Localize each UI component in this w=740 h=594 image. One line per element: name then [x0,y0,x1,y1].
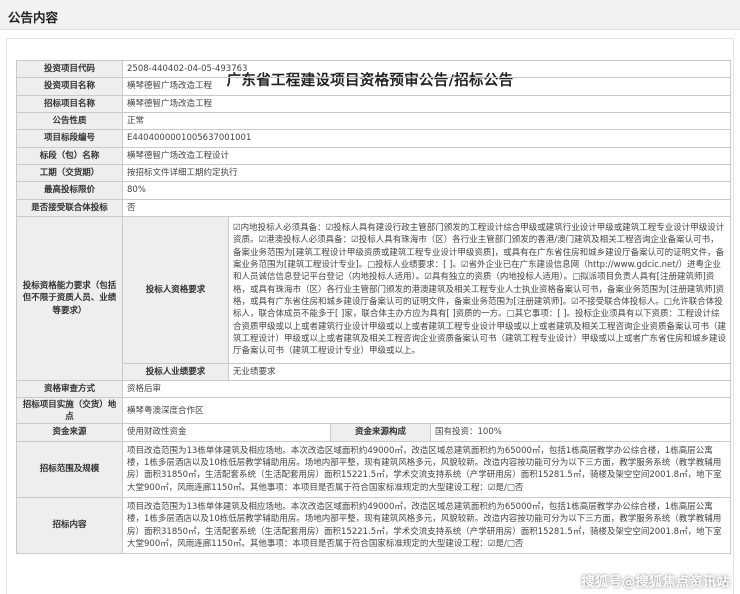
investment-code-value: 2508-440402-04-05-493763 [122,59,731,79]
table-row: 标段（包）名称 横琴德智广场改造工程设计 [16,146,731,165]
bidder-requirement-text: ☑内地投标人必须具备：☑投标人具有建设行政主管部门颁发的工程设计综合甲级或建筑行… [228,215,731,364]
notice-table: 投资项目代码 2508-440402-04-05-493763 投资项目名称 横… [16,59,731,555]
table-row: 最高投标限价 80% [16,181,731,200]
table-row: 投标人业绩要求 无业绩要求 [17,362,731,382]
investment-name-label: 投资项目名称 [16,77,123,96]
table-row: 招标内容 项目改造范围为13栋单体建筑及相应场地。本次改造区域面积约49000㎡… [16,496,731,555]
table-row: 工期（交货期） 按招标文件详细工期约定执行 [16,163,731,183]
section-code-value: E4404000001005637001001 [122,129,731,148]
consortium-value: 否 [122,198,731,217]
duration-label: 工期（交货期） [16,163,123,183]
performance-requirement-label: 投标人业绩要求 [122,362,229,382]
consortium-label: 是否接受联合体投标 [16,198,123,217]
table-row: 资金来源 使用财政性资金 资金来源构成 国有投资：100% [16,423,731,442]
content-label: 招标内容 [16,496,123,555]
location-label: 招标项目实施（交货）地点 [16,397,123,425]
location-value: 横琴粤澳深度合作区 [122,397,731,425]
table-row: 招标范围及规模 项目改造范围为13栋单体建筑及相应场地。本次改造区域面积约490… [16,440,731,499]
table-row: 资格审查方式 资格后审 [16,380,731,399]
investment-code-label: 投资项目代码 [16,59,123,79]
content-text: 项目改造范围为13栋单体建筑及相应场地。本次改造区域面积约49000㎡，改造区域… [122,496,731,555]
table-row: 投资项目名称 横琴德智广场改造工程 [16,77,731,96]
table-row: 招标项目名称 横琴德智广场改造工程 [16,94,731,113]
max-price-value: 80% [122,181,731,200]
section-code-label: 项目标段编号 [16,129,123,148]
notice-nature-label: 公告性质 [16,111,123,131]
fund-source-label: 资金来源 [16,423,123,442]
table-row: 招标项目实施（交货）地点 横琴粤澳深度合作区 [16,397,731,425]
tender-project-label: 招标项目名称 [16,94,123,113]
table-row: 公告性质 正常 [16,111,731,131]
bidder-requirement-label: 投标人资格要求 [122,215,229,364]
table-row: 项目标段编号 E4404000001005637001001 [16,129,731,148]
source-watermark: 搜狐号@搜狐焦点资讯站 [581,575,730,590]
section-name-value: 横琴德智广场改造工程设计 [122,146,731,165]
table-row: 投资项目代码 2508-440402-04-05-493763 [16,59,731,79]
fund-composition-label: 资金来源构成 [330,423,431,442]
performance-requirement-value: 无业绩要求 [228,362,731,382]
table-row: 投标资格能力要求（包括但不限于资质人员、业绩等要求） 投标人资格要求 ☑内地投标… [16,215,731,382]
qualification-label: 投标资格能力要求（包括但不限于资质人员、业绩等要求） [16,215,123,382]
table-row: 是否接受联合体投标 否 [16,198,731,217]
section-header: 公告内容 [0,0,740,30]
scope-label: 招标范围及规模 [16,440,123,499]
tender-project-value: 横琴德智广场改造工程 [122,94,731,113]
review-method-value: 资格后审 [122,380,731,399]
duration-value: 按招标文件详细工期约定执行 [122,163,731,183]
max-price-label: 最高投标限价 [16,181,123,200]
section-name-label: 标段（包）名称 [16,146,123,165]
fund-source-value: 使用财政性资金 [122,423,331,442]
investment-name-value: 横琴德智广场改造工程 [122,77,731,96]
scope-text: 项目改造范围为13栋单体建筑及相应场地。本次改造区域面积约49000㎡，改造区域… [122,440,731,499]
notice-nature-value: 正常 [122,111,731,131]
section-title: 公告内容 [8,10,59,25]
review-method-label: 资格审查方式 [16,380,123,399]
fund-composition-value: 国有投资：100% [430,423,731,442]
